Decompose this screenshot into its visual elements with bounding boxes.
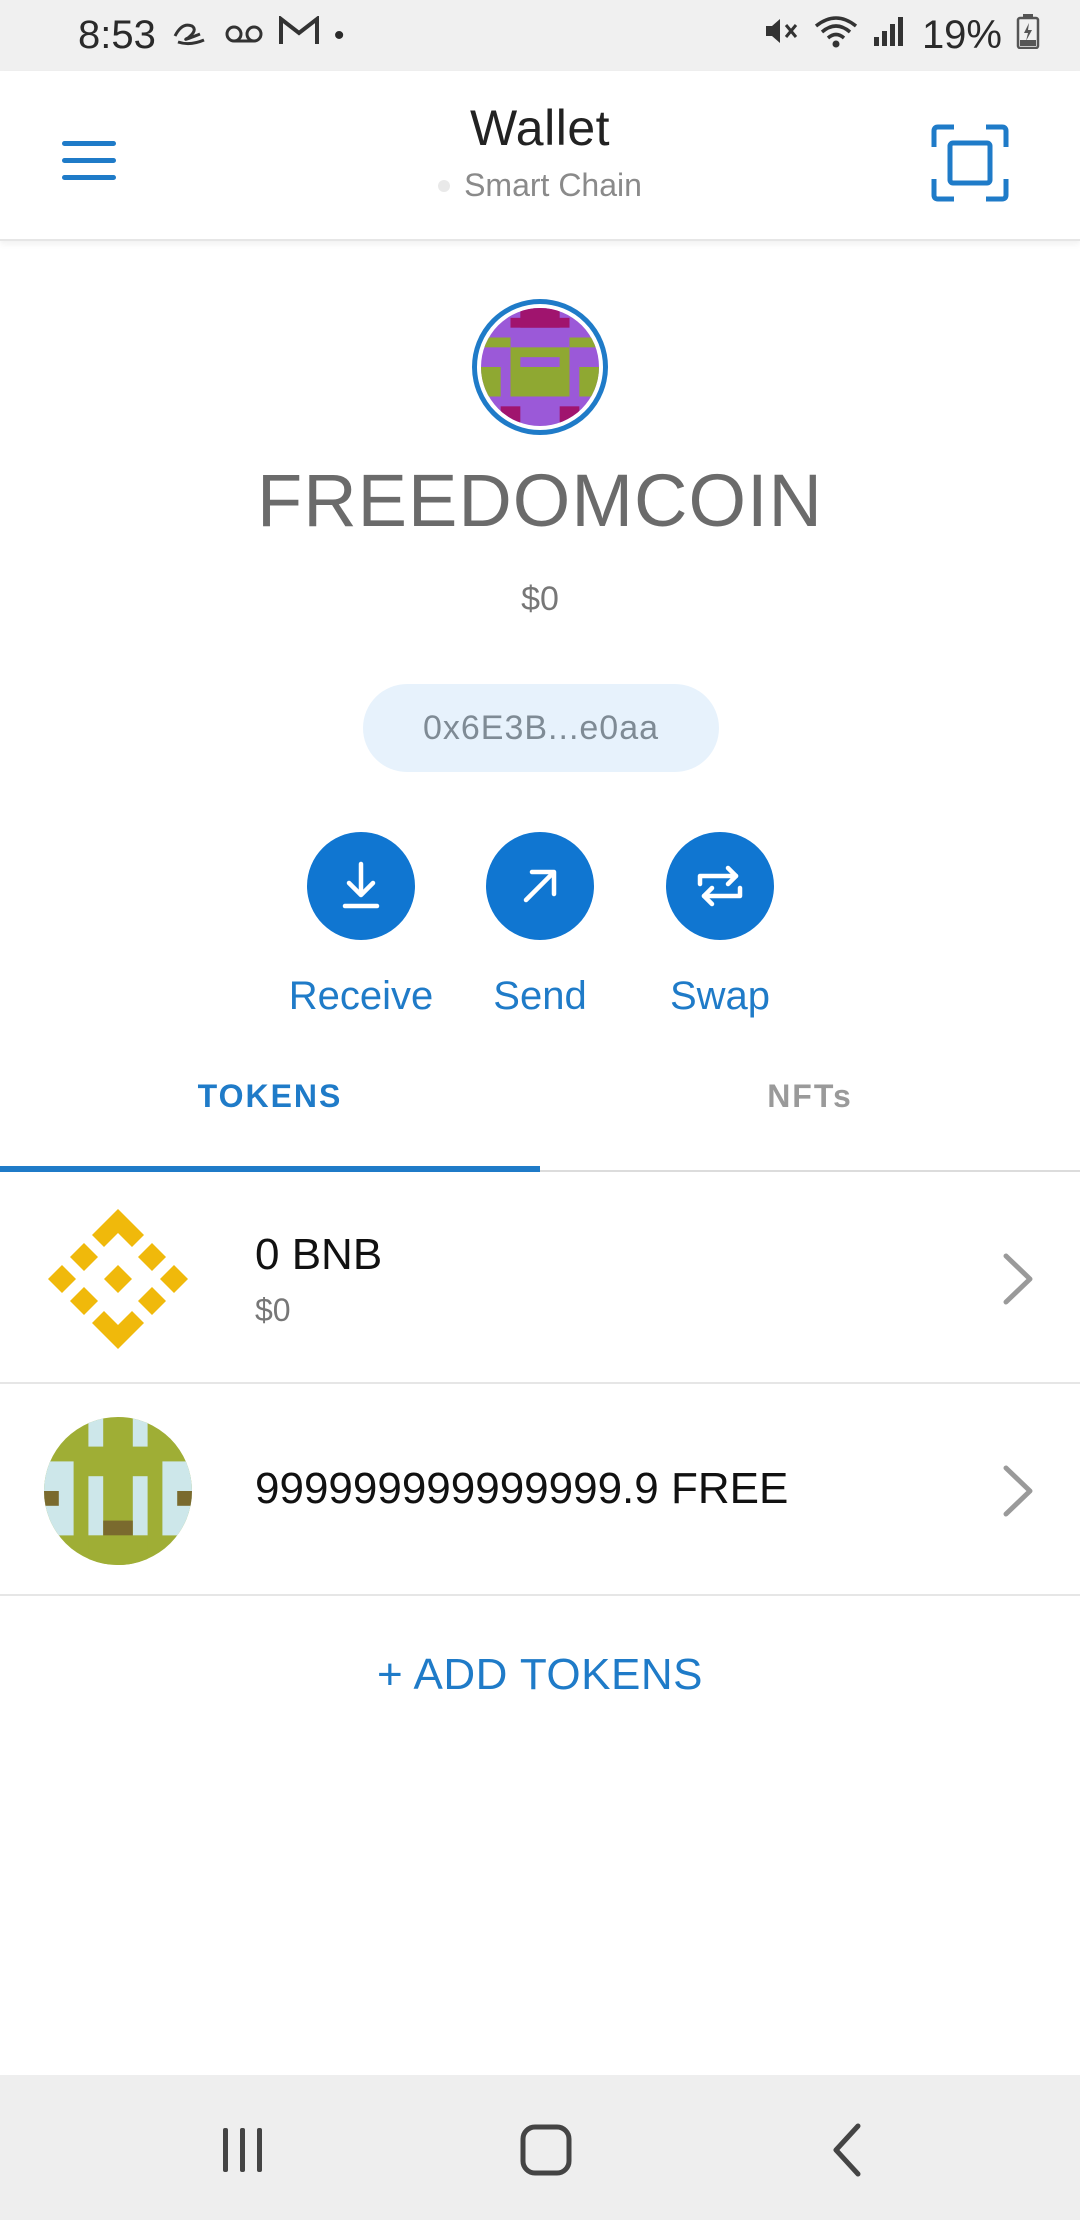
gmail-icon — [278, 14, 320, 55]
scan-icon — [931, 124, 1009, 202]
screen: 8:53 • 19% Wallet Smart Chain FREEDOMCOI… — [0, 0, 1080, 2220]
bnb-icon — [48, 1209, 188, 1349]
swap-label: Swap — [669, 974, 771, 1018]
dot-icon: • — [333, 18, 345, 52]
status-time: 8:53 — [78, 13, 156, 57]
amazon-icon — [170, 16, 210, 55]
battery-percent: 19% — [921, 13, 1002, 57]
chevron-right-icon — [1003, 1465, 1033, 1517]
home-icon[interactable] — [505, 2120, 585, 2180]
token-row-free[interactable]: 999999999999999.9 FREE — [0, 1386, 1080, 1596]
receive-button[interactable]: Receive — [271, 832, 451, 1019]
receive-circle — [307, 832, 415, 940]
signal-icon — [872, 15, 908, 56]
send-button[interactable]: Send — [450, 832, 630, 1019]
battery-icon — [1016, 13, 1040, 58]
add-tokens-button[interactable]: + ADD TOKENS — [0, 1650, 1080, 1700]
network-name: Smart Chain — [464, 167, 642, 203]
address-pill[interactable]: 0x6E3B...e0aa — [363, 684, 719, 772]
total-balance: $0 — [521, 580, 559, 618]
token-amount: 0 BNB — [255, 1230, 383, 1279]
system-nav-bar — [0, 2075, 1080, 2220]
swap-circle — [666, 832, 774, 940]
chevron-right-icon — [1003, 1253, 1033, 1305]
account-avatar[interactable] — [472, 299, 608, 435]
network-indicator[interactable]: Smart Chain — [0, 167, 1080, 204]
app-header: Wallet Smart Chain — [0, 71, 1080, 241]
send-label: Send — [493, 974, 587, 1018]
status-right: 19% — [762, 13, 1040, 58]
send-icon — [523, 869, 557, 903]
token-fiat-value: $0 — [255, 1292, 291, 1328]
active-tab-indicator — [0, 1166, 540, 1172]
recents-icon[interactable] — [203, 2120, 283, 2180]
token-amount: 999999999999999.9 FREE — [255, 1464, 789, 1513]
swap-button[interactable]: Swap — [630, 832, 810, 1019]
receive-icon — [342, 861, 380, 909]
tab-bar: TOKENS NFTs — [0, 1060, 1080, 1172]
header-center: Wallet Smart Chain — [0, 99, 1080, 204]
account-name: FREEDOMCOIN — [257, 459, 823, 542]
wifi-icon — [814, 14, 858, 57]
send-circle — [486, 832, 594, 940]
back-icon[interactable] — [808, 2120, 888, 2180]
swap-icon — [697, 865, 743, 907]
tab-tokens[interactable]: TOKENS — [0, 1060, 540, 1172]
identicon-avatar — [481, 308, 599, 426]
page-title: Wallet — [469, 100, 611, 156]
status-bar: 8:53 • 19% — [0, 0, 1080, 71]
scan-button[interactable] — [930, 123, 1010, 203]
voicemail-icon — [224, 16, 264, 55]
mute-icon — [762, 14, 800, 57]
status-left: 8:53 • — [78, 13, 344, 58]
receive-label: Receive — [288, 974, 434, 1018]
tab-nfts[interactable]: NFTs — [540, 1060, 1080, 1172]
network-status-dot — [438, 179, 451, 192]
token-row-bnb[interactable]: 0 BNB $0 — [0, 1174, 1080, 1384]
identicon — [44, 1417, 192, 1565]
